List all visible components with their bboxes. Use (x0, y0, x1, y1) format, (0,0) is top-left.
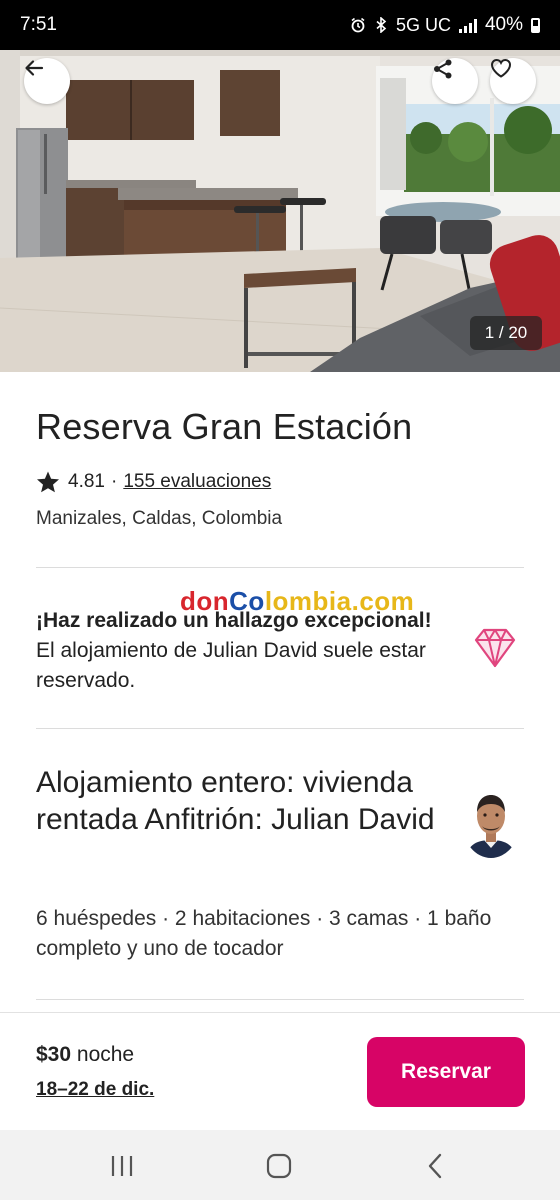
host-avatar[interactable] (462, 786, 520, 858)
diamond-icon (474, 628, 516, 668)
alarm-icon (351, 17, 365, 33)
share-button[interactable] (432, 58, 478, 104)
status-indicators: 5G UC 40% (350, 14, 540, 36)
system-nav-bar (0, 1130, 560, 1200)
share-icon (434, 59, 452, 79)
back-arrow-icon (25, 60, 44, 76)
rating-row: 4.81 · 155 evaluaciones (36, 470, 271, 494)
watermark: donColombia.com (180, 586, 414, 617)
rating-value: 4.81 (68, 471, 105, 492)
back-icon (428, 1153, 442, 1179)
home-button[interactable] (261, 1148, 297, 1184)
listing-details: 6 huéspedes · 2 habitaciones · 3 camas ·… (36, 907, 492, 960)
price-unit: noche (76, 1043, 135, 1066)
star-icon (37, 471, 59, 493)
network-label: 5G UC (395, 14, 451, 35)
divider (36, 728, 524, 729)
listing-location: Manizales, Caldas, Colombia (36, 508, 283, 529)
rare-find-text: El alojamiento de Julian David suele est… (36, 639, 426, 692)
heart-icon (490, 58, 512, 78)
recents-button[interactable] (104, 1148, 140, 1184)
status-time: 7:51 (20, 14, 57, 35)
reserve-button[interactable]: Reservar (367, 1037, 525, 1107)
status-bar: 7:51 5G UC 40% (0, 0, 560, 50)
save-favorite-button[interactable] (490, 58, 536, 104)
host-photo (462, 786, 520, 858)
reviews-link[interactable]: 155 evaluaciones (123, 471, 271, 493)
battery-percent: 40% (484, 14, 523, 35)
rare-find-message: ¡Haz realizado un hallazgo excepcional! … (36, 606, 436, 696)
watermark-part2: Co (229, 586, 265, 616)
bluetooth-icon (376, 17, 387, 33)
price: $30 noche (36, 1043, 134, 1067)
nav-back-button[interactable] (418, 1148, 454, 1184)
listing-title: Reserva Gran Estación (36, 406, 413, 447)
watermark-part1: don (180, 586, 230, 616)
recents-icon (111, 1156, 133, 1176)
signal-icon (458, 18, 477, 33)
divider (36, 567, 524, 568)
battery-icon (531, 17, 540, 33)
watermark-part3: lombia.com (264, 586, 415, 616)
home-icon (266, 1153, 292, 1179)
booking-footer: $30 noche 18–22 de dic. Reservar (0, 1012, 560, 1130)
host-title: Alojamiento entero: vivienda rentada Anf… (36, 766, 435, 836)
divider (36, 999, 524, 1000)
dates-link[interactable]: 18–22 de dic. (36, 1079, 154, 1101)
photo-counter: 1 / 20 (470, 316, 542, 350)
listing-photo[interactable]: 1 / 20 (0, 38, 560, 372)
price-amount: $30 (36, 1043, 72, 1066)
rating-separator: · (110, 471, 118, 492)
status-icons: 5G UC (350, 15, 477, 36)
back-button[interactable] (24, 58, 70, 104)
